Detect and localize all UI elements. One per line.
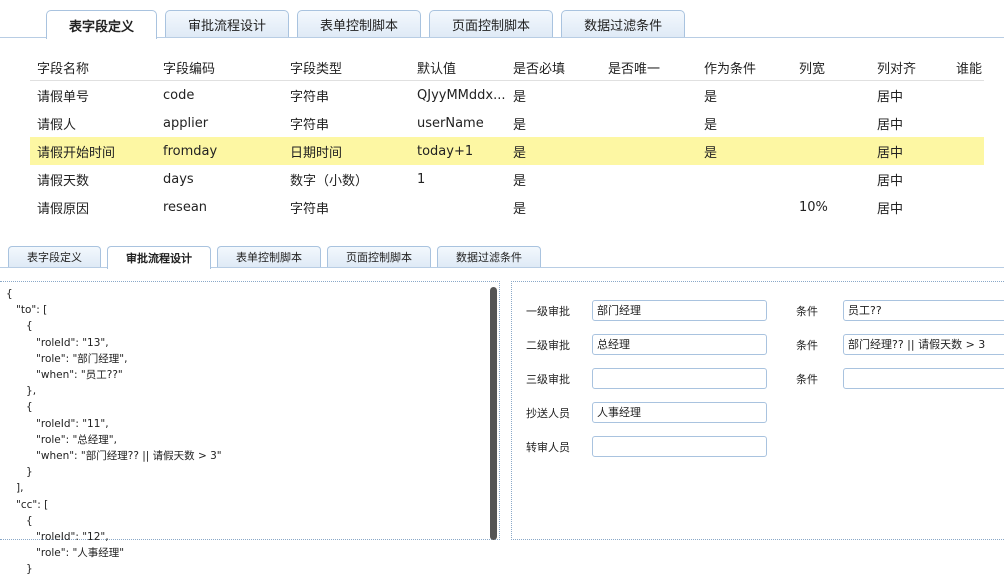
table-cell [608,109,700,137]
top-tab-approval-flow[interactable]: 审批流程设计 [165,10,290,37]
table-cell: 是 [513,117,527,133]
bottom-tab-form-script[interactable]: 表单控制脚本 [217,246,321,267]
condition2-input[interactable]: 部门经理?? || 请假天数 > 3 [843,334,1004,355]
column-header[interactable]: 列宽 [799,54,879,80]
table-cell: 是 [513,173,527,189]
table-cell [417,193,509,221]
bottom-tab-data-filter[interactable]: 数据过滤条件 [437,246,541,267]
table-cell: 居中 [877,173,904,189]
approval-form-panel: 一级审批 部门经理 条件 员工?? 二级审批 总经理 条件 部门经理?? || … [511,281,1004,540]
grid-header: 字段名称 字段编码 字段类型 默认值 是否必填 是否唯一 作为条件 列宽 列对齐… [30,54,984,81]
column-header[interactable]: 字段编码 [163,54,283,80]
level1-approver-input[interactable]: 部门经理 [592,300,767,321]
bottom-tab-approval-flow[interactable]: 审批流程设计 [107,246,211,269]
table-cell: 字符串 [290,117,330,133]
condition3-label: 条件 [796,373,818,386]
json-editor-panel[interactable]: { "to": [ { "roleId": "13", "role": "部门经… [0,281,500,575]
table-cell [704,193,796,221]
table-cell: 是 [704,117,718,133]
top-tab-bar: 表字段定义 审批流程设计 表单控制脚本 页面控制脚本 数据过滤条件 [46,10,686,39]
level3-label: 三级审批 [526,373,570,386]
bottom-tab-field-definition[interactable]: 表字段定义 [8,246,101,267]
table-cell [799,165,879,193]
table-cell: 日期时间 [290,145,343,161]
top-tab-form-script[interactable]: 表单控制脚本 [297,10,422,37]
transfer-label: 转审人员 [526,441,570,454]
table-cell [799,137,879,165]
column-header[interactable]: 是否唯一 [608,54,700,80]
table-cell: 请假开始时间 [37,145,116,161]
table-cell: 是 [704,89,718,105]
table-row[interactable]: 请假单号 code 字符串 QJyyMMddx... 是 是 居中 [30,81,984,109]
json-editor-text[interactable]: { "to": [ { "roleId": "13", "role": "部门经… [6,286,222,578]
top-tab-page-script[interactable]: 页面控制脚本 [429,10,554,37]
condition1-label: 条件 [796,305,818,318]
level1-label: 一级审批 [526,305,570,318]
table-cell [608,165,700,193]
table-cell: 数字（小数） [290,173,369,189]
table-cell: today+1 [417,143,474,159]
table-cell: 居中 [877,201,904,217]
table-row-selected[interactable]: 请假开始时间 fromday 日期时间 today+1 是 是 居中 [30,137,984,165]
table-cell: 请假人 [37,117,77,133]
table-cell [608,193,700,221]
top-tab-field-definition[interactable]: 表字段定义 [46,10,158,39]
cc-label: 抄送人员 [526,407,570,420]
level2-approver-input[interactable]: 总经理 [592,334,767,355]
column-header[interactable]: 列对齐 [877,54,957,80]
column-header[interactable]: 谁能 [956,54,996,80]
table-row[interactable]: 请假原因 resean 字符串 是 10% 居中 [30,193,984,221]
bottom-tab-page-script[interactable]: 页面控制脚本 [327,246,431,267]
table-cell: 请假天数 [37,173,90,189]
level2-label: 二级审批 [526,339,570,352]
bottom-tab-bar: 表字段定义 审批流程设计 表单控制脚本 页面控制脚本 数据过滤条件 [8,246,541,269]
column-header[interactable]: 默认值 [417,54,509,80]
table-cell: 居中 [877,89,904,105]
json-editor-scrollbar[interactable] [490,287,497,540]
table-cell [608,137,700,165]
table-cell [799,81,879,109]
condition3-input[interactable] [843,368,1004,389]
condition2-label: 条件 [796,339,818,352]
transfer-input[interactable] [592,436,767,457]
column-header[interactable]: 字段类型 [290,54,410,80]
table-cell: resean [163,199,208,215]
top-tab-data-filter[interactable]: 数据过滤条件 [561,10,686,37]
table-cell: 居中 [877,145,904,161]
table-cell: 是 [513,89,527,105]
table-cell: 请假原因 [37,201,90,217]
table-cell: QJyyMMddx... [417,87,506,103]
table-cell: 是 [704,145,718,161]
table-cell: 字符串 [290,89,330,105]
column-header[interactable]: 字段名称 [37,54,157,80]
table-cell [608,81,700,109]
table-row[interactable]: 请假人 applier 字符串 userName 是 是 居中 [30,109,984,137]
table-cell: 1 [417,171,426,187]
table-cell [799,109,879,137]
level3-approver-input[interactable] [592,368,767,389]
table-cell: userName [417,115,484,131]
field-grid: 字段名称 字段编码 字段类型 默认值 是否必填 是否唯一 作为条件 列宽 列对齐… [30,54,984,221]
table-cell: 居中 [877,117,904,133]
column-header[interactable]: 是否必填 [513,54,605,80]
table-cell: fromday [163,143,218,159]
cc-input[interactable]: 人事经理 [592,402,767,423]
table-cell: days [163,171,194,187]
table-cell: 请假单号 [37,89,90,105]
table-cell: 10% [799,199,828,215]
table-cell: 是 [513,145,527,161]
table-cell: 是 [513,201,527,217]
table-cell [704,165,796,193]
table-cell: applier [163,115,209,131]
table-cell: 字符串 [290,201,330,217]
table-row[interactable]: 请假天数 days 数字（小数） 1 是 居中 [30,165,984,193]
column-header[interactable]: 作为条件 [704,54,796,80]
condition1-input[interactable]: 员工?? [843,300,1004,321]
table-cell: code [163,87,195,103]
